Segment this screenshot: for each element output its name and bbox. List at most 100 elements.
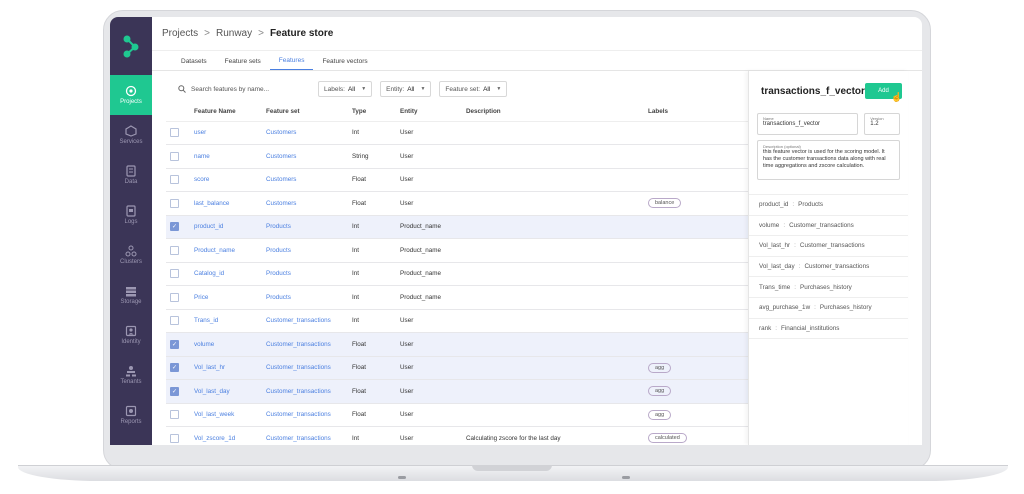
sidebar-item-services[interactable]: Services <box>110 115 152 155</box>
feature-name-link[interactable]: Trans_id <box>194 317 218 324</box>
search-input[interactable]: Search features by name... <box>178 85 310 93</box>
column-header[interactable]: Feature Name <box>190 103 262 122</box>
table-cell: balance <box>644 191 748 216</box>
sidebar-item-data[interactable]: Data <box>110 155 152 195</box>
feature-set-filter-value: All <box>483 85 491 93</box>
feature-name-link[interactable]: Product_name <box>194 247 235 254</box>
selected-feature-item[interactable]: rank: Financial_institutions <box>749 319 908 340</box>
feature-name-link[interactable]: product_id <box>194 223 223 230</box>
selected-feature-item[interactable]: Trans_time: Purchases_history <box>749 277 908 298</box>
feature-name-link[interactable]: Vol_last_hr <box>194 364 225 371</box>
row-checkbox[interactable] <box>170 151 179 161</box>
feature-set-link[interactable]: Products <box>266 247 291 254</box>
breadcrumb-projects[interactable]: Projects <box>162 28 198 39</box>
labels-filter-label: Labels: <box>324 85 345 93</box>
column-header[interactable]: Type <box>348 103 396 122</box>
column-header[interactable]: Feature set <box>262 103 348 122</box>
selected-feature-item[interactable]: Vol_last_hr: Customer_transactions <box>749 236 908 257</box>
table-row[interactable]: Vol_last_week Customer_transactions Float U… <box>166 403 748 427</box>
row-checkbox[interactable] <box>170 316 179 326</box>
table-row[interactable]: ✓ Vol_last_day Customer_transactions Float U… <box>166 379 748 404</box>
tab-datasets[interactable]: Datasets <box>172 58 216 70</box>
sidebar-item-storage[interactable]: Storage <box>110 275 152 315</box>
feature-name-link[interactable]: Vol_last_week <box>194 411 234 418</box>
feature-name-link[interactable]: Price <box>194 294 208 301</box>
table-row[interactable]: user Customers Int User <box>166 121 748 145</box>
feature-name-link[interactable]: user <box>194 129 206 136</box>
sidebar-item-projects[interactable]: Projects <box>110 75 152 115</box>
row-checkbox[interactable] <box>170 269 179 279</box>
feature-set-link[interactable]: Customer_transactions <box>266 435 331 442</box>
table-row[interactable]: ✓ product_id Products Int Product_name <box>166 215 748 239</box>
feature-name-link[interactable]: last_balance <box>194 200 229 207</box>
feature-set-link[interactable]: Products <box>266 294 291 301</box>
table-row[interactable]: name Customers String User <box>166 144 748 169</box>
feature-set-link[interactable]: Products <box>266 223 291 230</box>
row-checkbox[interactable] <box>170 175 179 185</box>
app-logo[interactable] <box>110 17 152 75</box>
feature-name-link[interactable]: volume <box>194 341 214 348</box>
feature-set-filter[interactable]: Feature set: All ▼ <box>439 81 508 97</box>
table-row[interactable]: last_balance Customers Float User balance <box>166 191 748 216</box>
row-checkbox[interactable]: ✓ <box>170 386 179 396</box>
row-checkbox[interactable] <box>170 245 179 255</box>
table-row[interactable]: Price Products Int Product_name <box>166 285 748 310</box>
row-checkbox[interactable] <box>170 128 179 138</box>
table-cell <box>462 121 644 145</box>
sidebar-item-logs[interactable]: Logs <box>110 195 152 235</box>
feature-name-link[interactable]: name <box>194 153 210 160</box>
feature-set-link[interactable]: Customers <box>266 176 296 183</box>
laptop-notch <box>472 465 552 471</box>
entity-filter-label: Entity: <box>386 85 405 93</box>
table-row[interactable]: Product_name Products Int Product_name <box>166 238 748 263</box>
sidebar-item-reports[interactable]: Reports <box>110 395 152 435</box>
feature-set-link[interactable]: Customer_transactions <box>266 388 331 395</box>
table-row[interactable]: ✓ volume Customer_transactions Float User <box>166 332 748 357</box>
tab-features[interactable]: Features <box>269 57 314 70</box>
feature-name-link[interactable]: Vol_last_day <box>194 388 230 395</box>
column-header[interactable]: Description <box>462 103 644 122</box>
sidebar-item-identity[interactable]: Identity <box>110 315 152 355</box>
feature-set-link[interactable]: Customers <box>266 129 296 136</box>
feature-set-link[interactable]: Customer_transactions <box>266 411 331 418</box>
feature-set-link[interactable]: Customers <box>266 153 296 160</box>
feature-set-link[interactable]: Customer_transactions <box>266 317 331 324</box>
feature-set-link[interactable]: Customer_transactions <box>266 341 331 348</box>
row-checkbox[interactable]: ✓ <box>170 363 179 373</box>
row-checkbox[interactable] <box>170 292 179 302</box>
feature-type: Float <box>352 411 366 419</box>
breadcrumb-project[interactable]: Runway <box>216 28 252 39</box>
version-field[interactable]: Version 1.2 <box>864 113 900 135</box>
row-checkbox[interactable] <box>170 433 179 443</box>
table-row[interactable]: ✓ Vol_last_hr Customer_transactions Float Us… <box>166 356 748 380</box>
name-field[interactable]: Name transactions_f_vector <box>757 113 859 135</box>
feature-set-link[interactable]: Customer_transactions <box>266 364 331 371</box>
selected-feature-item[interactable]: volume: Customer_transactions <box>749 216 908 237</box>
row-checkbox[interactable] <box>170 198 179 208</box>
selected-feature-item[interactable]: Vol_last_day: Customer_transactions <box>749 257 908 278</box>
table-row[interactable]: Trans_id Customer_transactions Int User <box>166 309 748 333</box>
table-row[interactable]: score Customers Float User <box>166 168 748 192</box>
sidebar-item-tenants[interactable]: Tenants <box>110 355 152 395</box>
sidebar-item-clusters[interactable]: Clusters <box>110 235 152 275</box>
table-row[interactable]: Vol_zscore_1d Customer_transactions Int Use… <box>166 426 748 445</box>
labels-filter[interactable]: Labels: All ▼ <box>318 81 373 97</box>
column-header[interactable]: Labels <box>644 103 748 122</box>
add-button[interactable]: Add ☝ <box>864 83 902 102</box>
feature-name-link[interactable]: score <box>194 176 209 183</box>
row-checkbox[interactable] <box>170 410 179 420</box>
row-checkbox[interactable]: ✓ <box>170 222 179 232</box>
selected-feature-item[interactable]: product_id: Products <box>749 195 908 216</box>
feature-name-link[interactable]: Catalog_id <box>194 270 224 277</box>
feature-name-link[interactable]: Vol_zscore_1d <box>194 435 235 442</box>
tab-feature-sets[interactable]: Feature sets <box>216 58 270 70</box>
entity-filter[interactable]: Entity: All ▼ <box>380 81 432 97</box>
feature-set-link[interactable]: Products <box>266 270 291 277</box>
table-row[interactable]: Catalog_id Products Int Product_name <box>166 262 748 286</box>
feature-set-link[interactable]: Customers <box>266 200 296 207</box>
tab-feature-vectors[interactable]: Feature vectors <box>313 58 376 70</box>
selected-feature-item[interactable]: avg_purchase_1w: Purchases_history <box>749 298 908 319</box>
description-field[interactable]: Description (optional) this feature vect… <box>757 140 900 180</box>
column-header[interactable]: Entity <box>396 103 462 122</box>
row-checkbox[interactable]: ✓ <box>170 339 179 349</box>
